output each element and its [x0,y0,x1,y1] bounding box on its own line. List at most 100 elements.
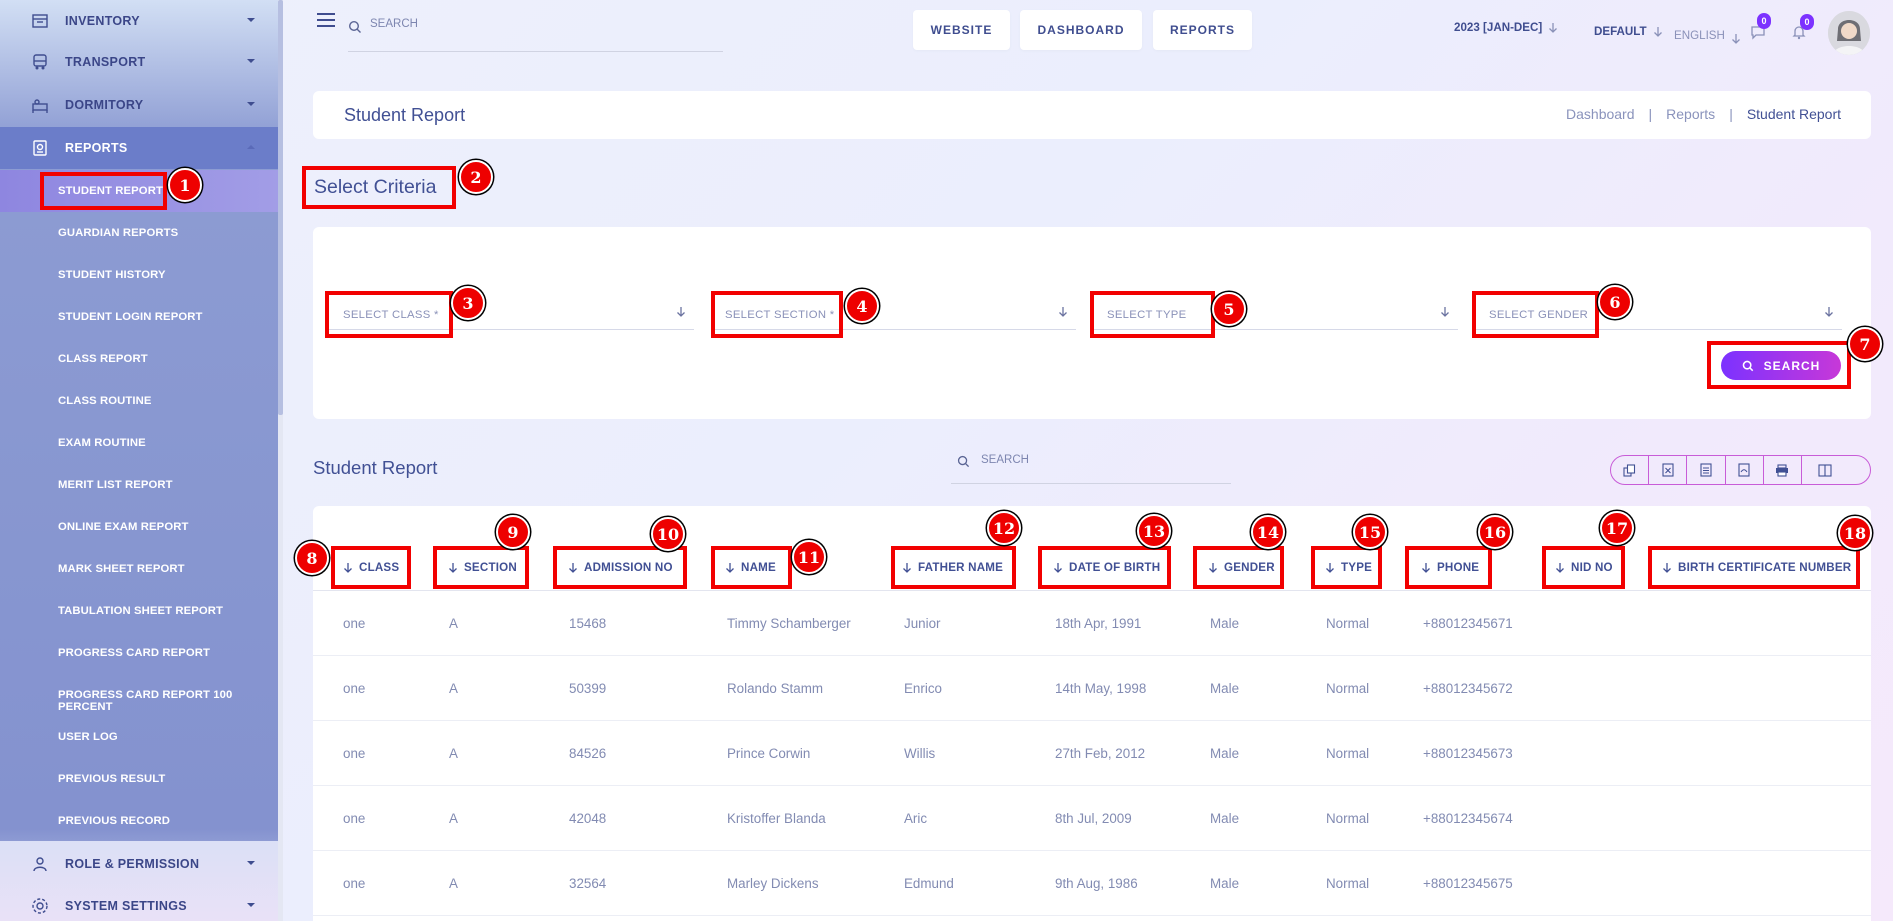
table-row[interactable]: one A 42048 Kristoffer Blanda Aric 8th J… [313,786,1871,851]
arrow-down-icon [1653,26,1662,37]
cell-class: one [343,681,366,696]
sidebar-item-student-history[interactable]: STUDENT HISTORY [58,269,166,281]
sidebar-item-guardian-reports[interactable]: GUARDIAN REPORTS [58,227,178,239]
cell-section: A [449,811,458,826]
arrow-down-icon [1059,307,1067,317]
sidebar-item-exam-routine[interactable]: EXAM ROUTINE [58,437,146,449]
sidebar-menu-system-settings[interactable]: SYSTEM SETTINGS [0,885,278,921]
sidebar-item-class-routine[interactable]: CLASS ROUTINE [58,395,152,407]
columns-icon [1818,463,1832,477]
sidebar-menu-transport[interactable]: TRANSPORT [0,41,278,83]
sidebar-item-user-log[interactable]: USER LOG [58,731,118,743]
cell-date-of-birth: 18th Apr, 1991 [1055,616,1142,631]
inventory-icon [32,14,48,28]
cell-type: Normal [1326,746,1370,761]
chevron-down-icon [247,861,255,865]
cell-section: A [449,616,458,631]
annotation-box [891,546,1016,589]
csv-button[interactable] [1687,456,1726,484]
annotation-box [1707,341,1851,389]
sidebar-item-progress-card-report-100[interactable]: PROGRESS CARD REPORT 100 PERCENT [58,689,278,713]
annotation-marker: 18 [1838,516,1872,550]
breadcrumb-reports[interactable]: Reports [1666,106,1715,122]
annotation-box [302,166,456,209]
table-search-input[interactable]: SEARCH [951,448,1231,484]
cell-father-name: Willis [904,746,936,761]
session-label: 2023 [JAN-DEC] [1454,21,1543,34]
sidebar-menu-role-permission[interactable]: ROLE & PERMISSION [0,843,278,885]
sidebar-item-mark-sheet-report[interactable]: MARK SHEET REPORT [58,563,185,575]
table-row[interactable]: one A 32564 Marley Dickens Edmund 9th Au… [313,851,1871,916]
annotation-marker: 14 [1251,515,1285,549]
arrow-down-icon [1441,307,1449,317]
chevron-down-icon [247,18,255,22]
sidebar-item-class-report[interactable]: CLASS REPORT [58,353,148,365]
annotation-box [1193,546,1284,589]
sidebar-scrollbar-thumb[interactable] [278,0,283,415]
csv-icon [1700,463,1712,477]
theme-select[interactable]: DEFAULT [1594,25,1663,38]
language-select[interactable]: ENGLISH [1674,25,1741,45]
cell-phone: +88012345673 [1423,746,1513,761]
hamburger-menu-icon[interactable] [317,12,335,28]
cell-type: Normal [1326,876,1370,891]
annotation-marker: 10 [651,517,685,551]
pdf-button[interactable] [1726,456,1764,484]
annotation-marker: 15 [1353,515,1387,549]
sidebar-item-previous-record[interactable]: PREVIOUS RECORD [58,815,170,827]
annotation-marker: 8 [295,541,329,575]
table-row[interactable]: one A 50399 Rolando Stamm Enrico 14th Ma… [313,656,1871,721]
cell-admission-no: 84526 [569,746,607,761]
arrow-down-icon [1731,34,1740,44]
reports-button[interactable]: REPORTS [1153,10,1252,50]
dashboard-button[interactable]: DASHBOARD [1020,10,1142,50]
annotation-marker: 3 [451,286,485,320]
table-row[interactable]: one A 84526 Prince Corwin Willis 27th Fe… [313,721,1871,786]
cell-name: Marley Dickens [727,876,819,891]
cell-section: A [449,681,458,696]
user-avatar[interactable] [1828,11,1870,55]
sidebar-menu-reports[interactable]: REPORTS [0,127,278,169]
cell-class: one [343,811,366,826]
annotation-box [1090,291,1215,338]
table-row[interactable]: one A 15468 Timmy Schamberger Junior 18t… [313,591,1871,656]
sidebar-item-merit-list-report[interactable]: MERIT LIST REPORT [58,479,173,491]
annotation-box [433,546,529,589]
annotation-marker: 7 [1848,327,1882,361]
system-settings-icon [32,898,48,914]
sidebar-menu-label: ROLE & PERMISSION [65,857,200,871]
sidebar-menu-label: SYSTEM SETTINGS [65,899,187,913]
cell-admission-no: 50399 [569,681,607,696]
annotation-marker: 6 [1598,285,1632,319]
arrow-down-icon [1549,22,1558,33]
sidebar-item-previous-result[interactable]: PREVIOUS RESULT [58,773,165,785]
notification-count-badge: 0 [1800,14,1814,30]
message-count-badge: 0 [1757,13,1771,29]
table-search-placeholder: SEARCH [981,454,1029,466]
cell-date-of-birth: 14th May, 1998 [1055,681,1147,696]
print-button[interactable] [1764,456,1802,484]
sidebar-menu-inventory[interactable]: INVENTORY [0,0,278,42]
cell-section: A [449,876,458,891]
copy-button[interactable] [1611,456,1650,484]
cell-phone: +88012345671 [1423,616,1513,631]
top-search-input[interactable]: SEARCH [348,16,723,52]
cell-name: Prince Corwin [727,746,811,761]
sidebar-item-tabulation-sheet-report[interactable]: TABULATION SHEET REPORT [58,605,223,617]
sidebar-menu-dormitory[interactable]: DORMITORY [0,84,278,126]
sidebar-item-progress-card-report[interactable]: PROGRESS CARD REPORT [58,647,210,659]
website-button[interactable]: WEBSITE [913,10,1010,50]
annotation-box [1311,546,1382,589]
cell-class: one [343,616,366,631]
sidebar-item-online-exam-report[interactable]: ONLINE EXAM REPORT [58,521,188,533]
excel-button[interactable] [1649,456,1688,484]
columns-button[interactable] [1802,456,1870,484]
annotation-marker: 5 [1212,292,1246,326]
breadcrumb-dashboard[interactable]: Dashboard [1566,106,1635,122]
sidebar: INVENTORY TRANSPORT DORMITORY REPORTS ST… [0,0,278,921]
cell-admission-no: 32564 [569,876,607,891]
session-select[interactable]: 2023 [JAN-DEC] [1454,21,1558,34]
sidebar-item-student-login-report[interactable]: STUDENT LOGIN REPORT [58,311,202,323]
page-title-card: Student Report Dashboard | Reports | Stu… [313,91,1871,139]
annotation-box [1542,546,1625,589]
